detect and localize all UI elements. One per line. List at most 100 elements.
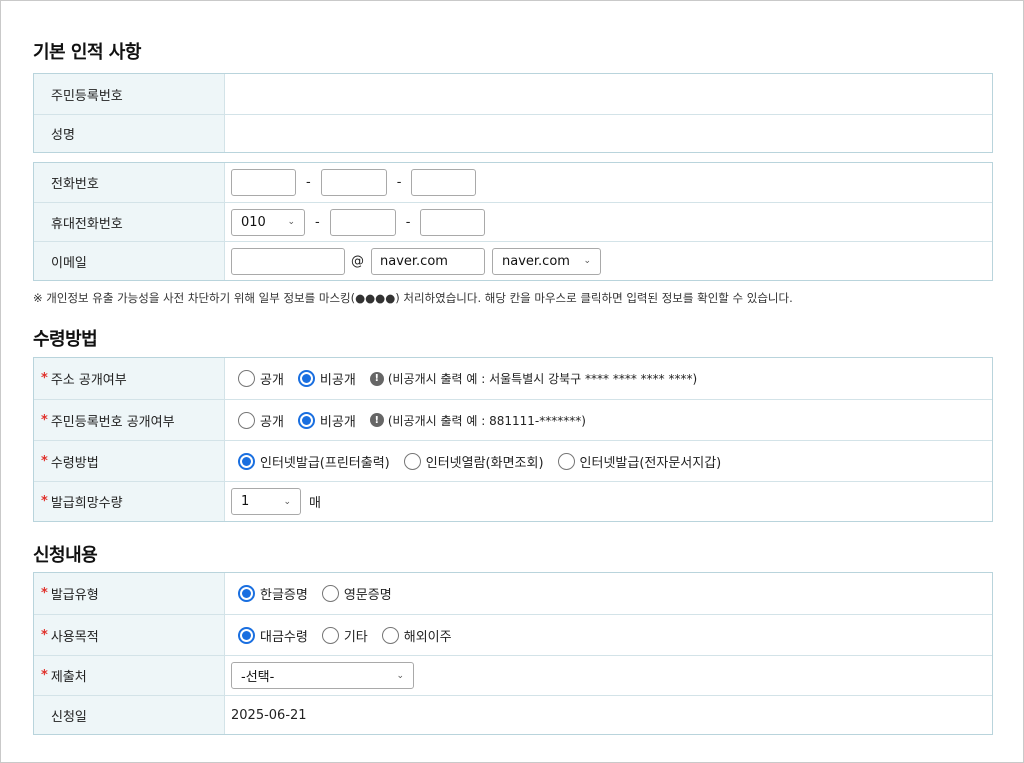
method-wallet-radio[interactable]: 인터넷발급(전자문서지갑): [557, 452, 722, 471]
row-address-public: * 주소 공개여부 공개 비공개 ! (비공개시 출력 예 : 서울특별시 강북…: [34, 358, 992, 399]
email-value: @ naver.com naver.com ⌄: [225, 242, 992, 280]
quantity-label: * 발급희망수량: [34, 482, 225, 521]
radio-circle[interactable]: [321, 626, 339, 644]
name-value: [225, 115, 992, 152]
required-mark: *: [41, 494, 48, 509]
radio-circle[interactable]: [557, 452, 575, 470]
row-phone: 전화번호 - -: [34, 163, 992, 202]
purpose-label-text: 사용목적: [50, 629, 99, 645]
quantity-label-text: 발급희망수량: [50, 496, 123, 511]
purpose-other-radio[interactable]: 기타: [321, 626, 368, 645]
method-print-radio[interactable]: 인터넷발급(프린터출력): [238, 452, 390, 471]
row-receive-method: * 수령방법 인터넷발급(프린터출력) 인터넷열람(화면조회) 인터넷발급(전자…: [34, 440, 992, 481]
apply-date-label: 신청일: [34, 696, 225, 734]
quantity-select-value: 1: [241, 494, 250, 509]
address-private-radio[interactable]: 비공개: [297, 369, 356, 388]
radio-circle[interactable]: [321, 585, 339, 602]
required-mark: *: [41, 371, 48, 386]
mobile-input-3[interactable]: [420, 208, 486, 236]
type-korean-radio[interactable]: 한글증명: [238, 584, 308, 603]
radio-circle[interactable]: [381, 626, 399, 644]
email-domain-select[interactable]: naver.com ⌄: [492, 247, 601, 275]
chevron-down-icon: ⌄: [283, 496, 291, 507]
radio-circle[interactable]: [238, 411, 255, 429]
chevron-down-icon: ⌄: [287, 217, 295, 227]
quantity-value: 1 ⌄ 매: [225, 482, 992, 521]
section-title-basic: 기본 인적 사항: [33, 42, 141, 63]
radio-label: 인터넷발급(프린터출력): [260, 455, 390, 471]
rrn-value: [225, 74, 992, 114]
purpose-label: * 사용목적: [34, 615, 225, 655]
dash: -: [396, 175, 402, 190]
method-view-radio[interactable]: 인터넷열람(화면조회): [403, 452, 544, 471]
radio-label: 대금수령: [260, 629, 308, 645]
row-issue-type: * 발급유형 한글증명 영문증명: [34, 573, 992, 614]
phone-input-1[interactable]: [231, 169, 296, 196]
radio-circle-checked[interactable]: [297, 411, 315, 429]
receive-method-value: 인터넷발급(프린터출력) 인터넷열람(화면조회) 인터넷발급(전자문서지갑): [225, 441, 992, 481]
required-mark: *: [41, 668, 48, 683]
basic-info-table: 주민등록번호 성명: [33, 73, 993, 153]
apply-table: * 발급유형 한글증명 영문증명 * 사용목적 대금수령 기타 해외이주 * 제…: [33, 572, 993, 735]
info-icon: !: [369, 371, 384, 386]
masking-notice: ※ 개인정보 유출 가능성을 사전 차단하기 위해 일부 정보를 마스킹(●●●…: [33, 291, 793, 305]
row-apply-date: 신청일 2025-06-21: [34, 695, 992, 734]
dash: -: [315, 214, 320, 230]
address-public-radio[interactable]: 공개: [238, 369, 284, 388]
rrn-public-value: 공개 비공개 ! (비공개시 출력 예 : 881111-*******): [225, 400, 992, 440]
radio-label: 인터넷열람(화면조회): [425, 455, 544, 471]
radio-label: 비공개: [319, 373, 356, 388]
rrn-private-radio[interactable]: 비공개: [297, 411, 356, 430]
address-hint: (비공개시 출력 예 : 서울특별시 강북구 **** **** **** **…: [387, 372, 698, 386]
application-form-page: 기본 인적 사항 주민등록번호 성명 전화번호 - - 휴대전화번호 010 ⌄…: [0, 0, 1024, 763]
row-purpose: * 사용목적 대금수령 기타 해외이주: [34, 614, 992, 655]
purpose-value: 대금수령 기타 해외이주: [225, 615, 992, 655]
submit-to-select[interactable]: -선택- ⌄: [231, 662, 414, 689]
radio-label: 기타: [343, 629, 368, 645]
submit-to-label: * 제출처: [34, 656, 225, 695]
row-name: 성명: [34, 114, 992, 152]
purpose-emigration-radio[interactable]: 해외이주: [381, 626, 452, 645]
row-rrn: 주민등록번호: [34, 74, 992, 114]
dash: -: [306, 175, 311, 190]
rrn-public-radio[interactable]: 공개: [238, 411, 284, 430]
address-public-label: * 주소 공개여부: [34, 358, 225, 399]
radio-circle[interactable]: [403, 452, 421, 470]
radio-circle-checked[interactable]: [297, 370, 315, 387]
section-title-apply: 신청내용: [33, 545, 98, 566]
radio-label: 비공개: [319, 414, 356, 430]
rrn-public-label: * 주민등록번호 공개여부: [34, 400, 225, 440]
receive-method-label: * 수령방법: [34, 441, 225, 481]
phone-label: 전화번호: [34, 163, 225, 202]
address-public-value: 공개 비공개 ! (비공개시 출력 예 : 서울특별시 강북구 **** ***…: [225, 358, 992, 399]
radio-label: 한글증명: [260, 588, 308, 603]
radio-circle-checked[interactable]: [238, 585, 255, 602]
radio-circle[interactable]: [238, 370, 255, 387]
submit-to-select-value: -선택-: [241, 670, 275, 685]
email-id-input[interactable]: [231, 247, 345, 275]
phone-input-2[interactable]: [320, 169, 387, 196]
quantity-select[interactable]: 1 ⌄: [231, 488, 301, 515]
radio-label: 인터넷발급(전자문서지갑): [579, 455, 722, 471]
radio-circle-checked[interactable]: [238, 452, 255, 470]
type-english-radio[interactable]: 영문증명: [321, 584, 392, 603]
mobile-prefix-value: 010: [241, 214, 266, 230]
quantity-unit: 매: [309, 496, 321, 511]
mobile-input-2[interactable]: [329, 208, 396, 236]
radio-circle-checked[interactable]: [238, 626, 255, 644]
email-domain-input[interactable]: naver.com: [371, 247, 485, 275]
contact-table: 전화번호 - - 휴대전화번호 010 ⌄ - - 이메일 @ naver.co…: [33, 162, 993, 281]
required-mark: *: [41, 627, 48, 643]
required-mark: *: [41, 586, 48, 601]
radio-label: 영문증명: [343, 588, 392, 603]
name-label: 성명: [34, 115, 225, 152]
row-rrn-public: * 주민등록번호 공개여부 공개 비공개 ! (비공개시 출력 예 : 8811…: [34, 399, 992, 440]
required-mark: *: [41, 412, 48, 428]
rrn-hint: (비공개시 출력 예 : 881111-*******): [387, 413, 586, 428]
mobile-prefix-select[interactable]: 010 ⌄: [231, 208, 305, 236]
section-title-receive: 수령방법: [33, 329, 98, 350]
row-email: 이메일 @ naver.com naver.com ⌄: [34, 241, 992, 280]
radio-label: 공개: [260, 414, 284, 430]
purpose-payment-radio[interactable]: 대금수령: [238, 626, 308, 645]
phone-input-3[interactable]: [411, 169, 477, 196]
